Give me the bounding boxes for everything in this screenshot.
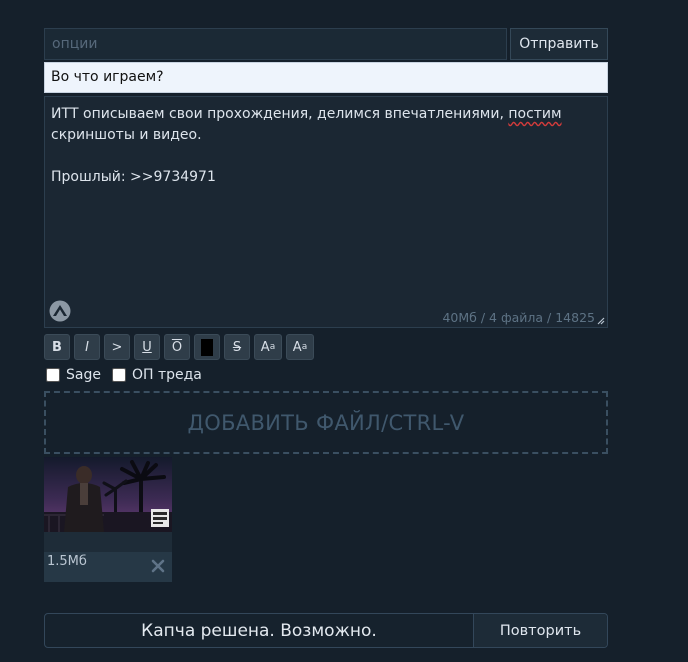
- superscript-base: A: [260, 339, 270, 355]
- options-input[interactable]: [44, 28, 507, 60]
- upload-limits-counter: 40Мб / 4 файла / 14825: [442, 310, 595, 325]
- retry-button[interactable]: Повторить: [473, 614, 607, 647]
- spoiler-button[interactable]: [194, 334, 220, 360]
- attached-file: 1.5Мб: [44, 457, 172, 582]
- bold-button[interactable]: B: [44, 334, 70, 360]
- subscript-mark: a: [301, 342, 308, 352]
- quote-button[interactable]: >: [104, 334, 130, 360]
- previous-thread-link[interactable]: Прошлый: >>9734971: [51, 169, 216, 185]
- strike-button[interactable]: S: [224, 334, 250, 360]
- subscript-base: A: [292, 339, 302, 355]
- captcha-bar: Капча решена. Возможно. Повторить: [44, 613, 608, 648]
- underline-button[interactable]: U: [134, 334, 160, 360]
- close-icon[interactable]: [150, 558, 166, 574]
- op-checkbox-box[interactable]: [111, 368, 126, 382]
- op-label: ОП треда: [131, 367, 202, 383]
- spoiler-swatch-icon: [201, 338, 213, 356]
- options-row: Отправить: [44, 28, 608, 60]
- message-textarea[interactable]: ИТТ описываем свои прохождения, делимся …: [44, 96, 608, 328]
- file-thumbnail-image[interactable]: [44, 457, 172, 532]
- sage-label: Sage: [66, 367, 101, 383]
- markup-toolbar: B I > U O S Aa Aa: [44, 334, 608, 360]
- superscript-button[interactable]: Aa: [254, 334, 282, 360]
- file-size: 1.5Мб: [47, 554, 87, 569]
- file-dropzone[interactable]: ДОБАВИТЬ ФАЙЛ/CTRL-V: [44, 391, 608, 454]
- op-checkbox[interactable]: ОП треда: [110, 367, 202, 383]
- superscript-mark: a: [269, 342, 276, 352]
- italic-button[interactable]: I: [74, 334, 100, 360]
- misspelled-word: постим: [508, 106, 562, 122]
- overline-button[interactable]: O: [164, 334, 190, 360]
- send-button[interactable]: Отправить: [510, 28, 608, 60]
- sage-checkbox-box[interactable]: [46, 368, 60, 382]
- message-text: ИТТ описываем свои прохождения, делимся …: [51, 106, 567, 185]
- triangle-logo-icon[interactable]: [49, 300, 71, 322]
- resize-grip-icon[interactable]: [597, 317, 605, 325]
- post-options: Sage ОП треда: [44, 365, 608, 385]
- post-form: Отправить Во что играем? ИТТ описываем с…: [44, 28, 608, 454]
- subject-input[interactable]: Во что играем?: [44, 62, 608, 93]
- sage-checkbox[interactable]: Sage: [44, 367, 101, 383]
- captcha-status: Капча решена. Возможно.: [141, 620, 377, 641]
- subscript-button[interactable]: Aa: [286, 334, 314, 360]
- file-footer: 1.5Мб: [44, 552, 172, 582]
